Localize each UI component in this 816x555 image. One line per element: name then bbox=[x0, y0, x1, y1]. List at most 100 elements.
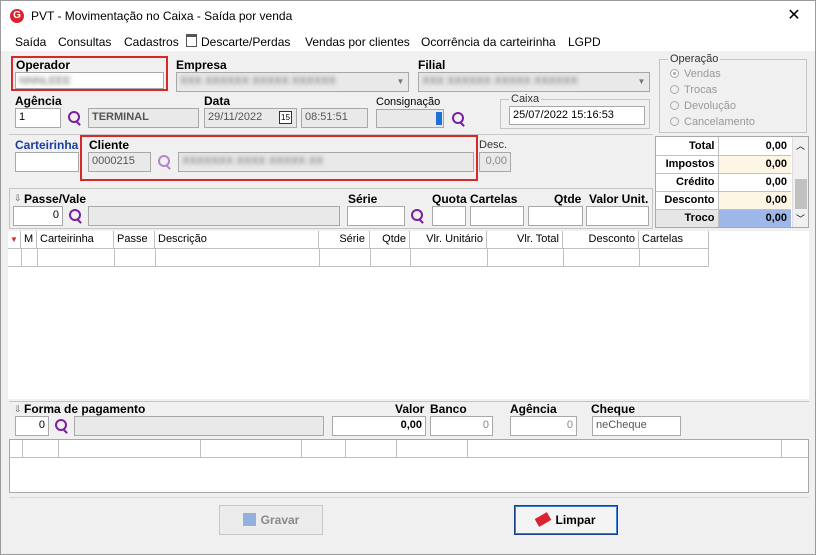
payments-header bbox=[10, 440, 808, 458]
radio-devolucao-label: Devolução bbox=[684, 100, 736, 112]
menu-vendas-por-clientes[interactable]: Vendas por clientes bbox=[305, 35, 410, 49]
divider bbox=[9, 497, 809, 498]
consignacao-cursor bbox=[436, 112, 442, 125]
items-grid[interactable]: ▼ M Carteirinha Passe Descrição Série Qt… bbox=[8, 231, 809, 399]
cartelas-input[interactable] bbox=[470, 206, 524, 226]
serie-search-icon[interactable] bbox=[410, 208, 426, 224]
table-row[interactable] bbox=[8, 248, 709, 267]
menu-consultas[interactable]: Consultas bbox=[58, 35, 111, 49]
serie-label: Série bbox=[348, 192, 378, 206]
valor-input[interactable]: 0,00 bbox=[332, 416, 426, 436]
menu-cadastros[interactable]: Cadastros bbox=[124, 35, 179, 49]
quota-input[interactable] bbox=[432, 206, 466, 226]
col-carteirinha[interactable]: Carteirinha bbox=[37, 231, 114, 248]
cartelas-label: Cartelas bbox=[470, 192, 518, 206]
serie-input[interactable] bbox=[347, 206, 405, 226]
totals-scrollbar[interactable]: ︿ ﹀ bbox=[792, 137, 808, 227]
consignacao-input[interactable] bbox=[376, 109, 444, 128]
col-cartelas[interactable]: Cartelas bbox=[639, 231, 709, 248]
grid-line bbox=[396, 440, 397, 458]
col-m[interactable]: M bbox=[21, 231, 37, 248]
filial-label: Filial bbox=[418, 58, 446, 72]
cliente-search-icon[interactable] bbox=[157, 154, 173, 170]
agencia-input[interactable]: 1 bbox=[15, 108, 61, 128]
gravar-button-label: Gravar bbox=[260, 513, 300, 527]
scroll-up-icon[interactable]: ︿ bbox=[796, 139, 805, 152]
scroll-down-icon[interactable]: ﹀ bbox=[796, 212, 805, 225]
banco-input[interactable]: 0 bbox=[430, 416, 493, 436]
filial-select[interactable]: XXX XXXXXX XXXXX XXXXXX bbox=[418, 72, 650, 92]
grid-line bbox=[301, 440, 302, 458]
desconto-label: Desconto bbox=[656, 191, 719, 210]
pagamento-search-icon[interactable] bbox=[54, 418, 70, 434]
caixa-input: 25/07/2022 15:16:53 bbox=[509, 106, 645, 125]
passe-desc-input bbox=[88, 206, 340, 226]
close-icon[interactable]: ✕ bbox=[783, 5, 805, 27]
total-label: Total bbox=[656, 137, 719, 156]
calendar-icon[interactable]: 15 bbox=[279, 111, 292, 124]
grid-line bbox=[370, 249, 371, 267]
cliente-code-input[interactable]: 0000215 bbox=[88, 152, 151, 172]
col-qtde[interactable]: Qtde bbox=[370, 231, 410, 248]
app-logo-icon: G bbox=[10, 9, 24, 23]
grid-line bbox=[319, 249, 320, 267]
limpar-button[interactable]: Limpar bbox=[514, 505, 618, 535]
agencia-pag-input[interactable]: 0 bbox=[510, 416, 577, 436]
total-value: 0,00 bbox=[718, 137, 791, 156]
cheque-input[interactable]: neCheque bbox=[592, 416, 681, 436]
data-time-input: 08:51:51 bbox=[301, 108, 368, 128]
operador-label: Operador bbox=[16, 58, 71, 72]
col-desconto[interactable]: Desconto bbox=[563, 231, 639, 248]
cliente-label: Cliente bbox=[89, 138, 130, 152]
grid-line bbox=[639, 249, 640, 267]
grid-line bbox=[21, 249, 22, 267]
radio-vendas[interactable]: Vendas bbox=[670, 68, 721, 80]
desconto-value: 0,00 bbox=[718, 191, 791, 210]
col-vlr-total[interactable]: Vlr. Total bbox=[487, 231, 563, 248]
empresa-chevron-down-icon[interactable]: ▼ bbox=[393, 73, 408, 91]
passe-search-icon[interactable] bbox=[68, 208, 84, 224]
menu-descarte-perdas[interactable]: Descarte/Perdas bbox=[201, 35, 290, 49]
grid-line bbox=[708, 249, 709, 267]
qtde-input[interactable] bbox=[528, 206, 583, 226]
quota-label: Quota bbox=[432, 192, 467, 206]
col-passe[interactable]: Passe bbox=[114, 231, 155, 248]
pagamento-arrow-icon: ⇩ bbox=[14, 404, 22, 414]
menu-saida[interactable]: Saída bbox=[15, 35, 46, 49]
scroll-thumb[interactable] bbox=[795, 179, 807, 209]
col-vlr-unitario[interactable]: Vlr. Unitário bbox=[410, 231, 487, 248]
grid-sort-icon[interactable]: ▼ bbox=[8, 231, 21, 248]
carteirinha-input[interactable] bbox=[15, 152, 79, 172]
pagamento-input[interactable]: 0 bbox=[15, 416, 49, 436]
operador-value: NNNLEEE bbox=[19, 75, 71, 87]
filial-chevron-down-icon[interactable]: ▼ bbox=[634, 73, 649, 91]
menu-lgpd[interactable]: LGPD bbox=[568, 35, 601, 49]
banco-label: Banco bbox=[430, 402, 467, 416]
valor-label: Valor bbox=[395, 402, 425, 416]
consignacao-search-icon[interactable] bbox=[451, 111, 467, 127]
payments-grid[interactable] bbox=[9, 439, 809, 493]
passe-input[interactable]: 0 bbox=[13, 206, 63, 226]
operador-input[interactable]: NNNLEEE bbox=[15, 72, 164, 89]
limpar-button-label: Limpar bbox=[555, 513, 596, 527]
valor-unit-label: Valor Unit. bbox=[589, 192, 649, 206]
radio-cancelamento[interactable]: Cancelamento bbox=[670, 116, 755, 128]
impostos-value: 0,00 bbox=[718, 155, 791, 174]
consignacao-label: Consignação bbox=[376, 96, 441, 108]
gravar-button[interactable]: Gravar bbox=[219, 505, 323, 535]
col-serie[interactable]: Série bbox=[319, 231, 370, 248]
radio-devolucao[interactable]: Devolução bbox=[670, 100, 736, 112]
data-label: Data bbox=[204, 94, 231, 108]
valor-unit-input[interactable] bbox=[586, 206, 649, 226]
grid-line bbox=[345, 440, 346, 458]
grid-line bbox=[563, 249, 564, 267]
col-descricao[interactable]: Descrição bbox=[155, 231, 319, 248]
grid-line bbox=[200, 440, 201, 458]
radio-trocas[interactable]: Trocas bbox=[670, 84, 717, 96]
menu-ocorrencia-carteirinha[interactable]: Ocorrência da carteirinha bbox=[421, 35, 556, 49]
desc-label: Desc. bbox=[479, 139, 508, 151]
carteirinha-label: Carteirinha bbox=[15, 138, 79, 152]
empresa-select[interactable]: XXX XXXXXX XXXXX XXXXXX bbox=[176, 72, 409, 92]
agencia-search-icon[interactable] bbox=[67, 110, 83, 126]
credito-value: 0,00 bbox=[718, 173, 791, 192]
